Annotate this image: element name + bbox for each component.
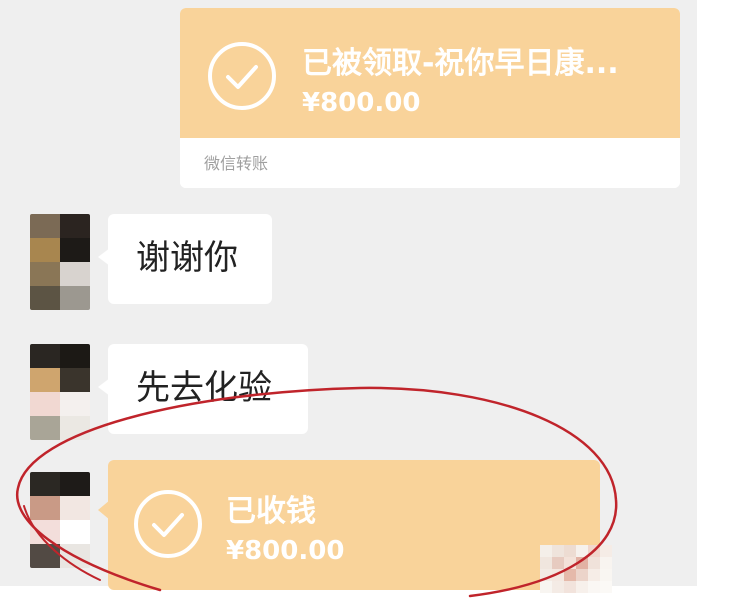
contact-avatar[interactable] [30,472,90,568]
transfer-source-label: 微信转账 [204,154,269,173]
avatar-pixel [60,286,90,310]
avatar-pixel [30,544,60,568]
avatar-pixel [60,496,90,520]
avatar-pixel [30,392,60,416]
avatar-pixel [60,416,90,440]
avatar-pixel [60,368,90,392]
message-text: 谢谢你 [136,238,238,278]
avatar-pixel [30,262,60,286]
avatar-pixel [60,392,90,416]
message-text: 先去化验 [136,368,272,408]
avatar-pixel [60,214,90,238]
bubble-tail [98,248,110,266]
transfer-amount: ¥800.00 [226,536,345,566]
check-circle-icon [134,490,202,558]
card-tail [98,500,110,520]
contact-avatar[interactable] [30,344,90,440]
avatar-pixel [30,472,60,496]
chat-window: 已被领取-祝你早日康... ¥800.00 微信转账 谢谢你 先去化验 已收钱 … [0,0,737,598]
avatar-pixel [30,286,60,310]
avatar-pixel [60,544,90,568]
avatar-pixel [30,416,60,440]
avatar-pixel [30,344,60,368]
avatar-pixel [60,344,90,368]
transfer-status-title: 已被领取-祝你早日康... [302,46,619,81]
avatar-pixel [30,368,60,392]
transfer-status-title: 已收钱 [226,494,316,529]
avatar-pixel [60,520,90,544]
avatar-pixel [60,262,90,286]
message-bubble[interactable]: 先去化验 [98,344,308,434]
sent-transfer-card[interactable]: 已被领取-祝你早日康... ¥800.00 微信转账 [180,8,680,188]
check-circle-icon [208,42,276,110]
contact-avatar[interactable] [30,214,90,310]
avatar-pixel [30,238,60,262]
message-bubble[interactable]: 谢谢你 [98,214,272,304]
avatar-pixel [30,496,60,520]
transfer-amount: ¥800.00 [302,88,421,118]
mosaic-blur [540,545,612,593]
avatar-pixel [60,238,90,262]
avatar-pixel [30,520,60,544]
right-edge-strip [697,0,737,598]
bubble-tail [98,378,110,396]
avatar-pixel [30,214,60,238]
received-transfer-card[interactable]: 已收钱 ¥800.00 [98,460,600,590]
avatar-pixel [60,472,90,496]
